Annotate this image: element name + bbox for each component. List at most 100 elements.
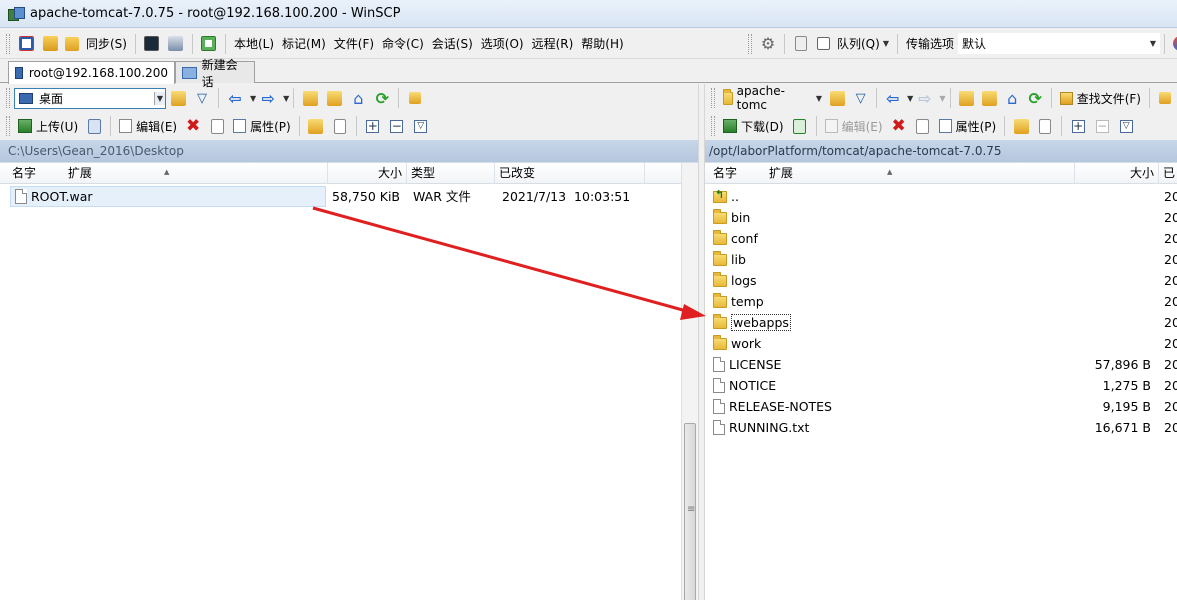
filter-select-icon[interactable]: ▽ (411, 116, 431, 136)
toolbar-grip[interactable] (711, 116, 715, 136)
refresh-icon[interactable]: ⟳ (1026, 88, 1045, 108)
column-size[interactable]: 大小 (1075, 163, 1159, 184)
new-folder-icon[interactable] (1011, 116, 1031, 136)
parent-directory-icon[interactable] (957, 88, 976, 108)
queue-button[interactable]: 队列(Q) ▼ (833, 33, 893, 55)
chevron-down-icon[interactable]: ▼ (250, 94, 256, 103)
menu-local[interactable]: 本地(L) (230, 33, 278, 55)
local-location-select[interactable]: 桌面 ▼ (14, 87, 166, 109)
menu-options[interactable]: 选项(O) (477, 33, 528, 55)
delete-icon[interactable]: ✖ (889, 116, 909, 136)
download-options-icon[interactable] (790, 116, 810, 136)
toolbar-grip[interactable] (6, 88, 10, 108)
list-item[interactable]: LICENSE 57,896 B 20 (705, 354, 1177, 375)
column-name[interactable]: 名字 扩展 ▲ (8, 163, 328, 184)
chevron-down-icon[interactable]: ▼ (939, 94, 945, 103)
upload-options-icon[interactable] (84, 116, 104, 136)
remote-file-list[interactable]: 名字 扩展 ▲ 大小 已 ..20bin20conf20lib20logs20t… (705, 162, 1177, 600)
menu-commands[interactable]: 命令(C) (378, 33, 428, 55)
gear-icon[interactable]: ⚙ (758, 34, 778, 54)
toolbar-grip[interactable] (711, 88, 715, 108)
home-icon[interactable]: ⌂ (1003, 88, 1022, 108)
list-item[interactable]: webapps 20 (705, 312, 1177, 333)
remote-path-bar[interactable]: /opt/laborPlatform/tomcat/apache-tomcat-… (705, 140, 1177, 162)
find-files-button[interactable]: 查找文件(F) (1056, 87, 1145, 109)
properties-button[interactable]: 属性(P) (229, 115, 295, 137)
filter-icon[interactable]: ▽ (192, 88, 212, 108)
transfer-settings-icon[interactable] (1171, 34, 1177, 54)
back-icon[interactable]: ⇦ (883, 88, 902, 108)
tree-icon[interactable] (1156, 88, 1175, 108)
chevron-down-icon[interactable]: ▼ (283, 94, 289, 103)
toolbar-grip[interactable] (6, 116, 10, 136)
refresh-icon[interactable]: ⟳ (372, 88, 392, 108)
window-layout-icon[interactable] (199, 34, 219, 54)
find-icon[interactable] (405, 88, 425, 108)
menu-help[interactable]: 帮助(H) (577, 33, 627, 55)
local-path-bar[interactable]: C:\Users\Gean_2016\Desktop (0, 140, 698, 162)
local-file-list[interactable]: 名字 扩展 ▲ 大小 类型 已改变 ROOT.war 58,750 KiB WA… (0, 162, 698, 600)
toolbar-grip[interactable] (748, 33, 752, 54)
list-item[interactable]: RELEASE-NOTES 9,195 B 20 (705, 396, 1177, 417)
sync-icon[interactable] (64, 34, 80, 54)
new-file-icon[interactable] (330, 116, 350, 136)
transfer-preset-select[interactable]: 默认 ▼ (957, 33, 1160, 54)
list-item[interactable]: NOTICE 1,275 B 20 (705, 375, 1177, 396)
putty-icon[interactable] (166, 34, 186, 54)
rename-icon[interactable] (207, 116, 227, 136)
edit-button[interactable]: 编辑(E) (821, 115, 887, 137)
list-item[interactable]: lib 20 (705, 249, 1177, 270)
list-item[interactable]: temp 20 (705, 291, 1177, 312)
upload-button[interactable]: 上传(U) (14, 115, 82, 137)
list-item[interactable]: RUNNING.txt 16,671 B 20 (705, 417, 1177, 438)
list-item[interactable]: work 20 (705, 333, 1177, 354)
terminal-icon[interactable] (142, 34, 162, 54)
root-directory-icon[interactable] (980, 88, 999, 108)
open-folder-icon[interactable] (168, 88, 188, 108)
select-all-icon[interactable]: + (363, 116, 383, 136)
select-all-icon[interactable]: + (1068, 116, 1088, 136)
unselect-all-icon[interactable]: − (387, 116, 407, 136)
menu-files[interactable]: 文件(F) (330, 33, 378, 55)
rename-icon[interactable] (913, 116, 933, 136)
tab-session[interactable]: root@192.168.100.200 (8, 61, 175, 84)
column-name[interactable]: 名字 扩展 ▲ (709, 163, 1075, 184)
unselect-all-icon[interactable]: − (1092, 116, 1112, 136)
new-folder-icon[interactable] (306, 116, 326, 136)
parent-directory-icon[interactable] (300, 88, 320, 108)
menu-mark[interactable]: 标记(M) (278, 33, 330, 55)
chevron-down-icon[interactable]: ▼ (907, 94, 913, 103)
forward-icon[interactable]: ⇨ (915, 88, 934, 108)
home-icon[interactable]: ⌂ (348, 88, 368, 108)
tab-new-session[interactable]: 新建会话 (175, 58, 255, 89)
menu-remote[interactable]: 远程(R) (528, 33, 578, 55)
queue-icon[interactable] (791, 34, 811, 54)
local-panel-icon[interactable] (16, 34, 36, 54)
panel-splitter[interactable] (698, 84, 705, 600)
properties-button[interactable]: 属性(P) (935, 115, 1001, 137)
column-size[interactable]: 大小 (328, 163, 407, 184)
back-icon[interactable]: ⇦ (225, 88, 245, 108)
open-folder-icon[interactable] (828, 88, 847, 108)
scrollbar-thumb[interactable] (684, 423, 696, 600)
forward-icon[interactable]: ⇨ (258, 88, 278, 108)
edit-button[interactable]: 编辑(E) (115, 115, 181, 137)
toolbar-grip[interactable] (6, 33, 10, 54)
filter-select-icon[interactable]: ▽ (1116, 116, 1136, 136)
filter-icon[interactable]: ▽ (851, 88, 870, 108)
column-type[interactable]: 类型 (407, 163, 495, 184)
delete-icon[interactable]: ✖ (183, 116, 203, 136)
list-item[interactable]: ROOT.war 58,750 KiB WAR 文件 2021/7/13 10:… (0, 186, 698, 207)
queue-list-icon[interactable] (815, 34, 831, 54)
list-item[interactable]: conf 20 (705, 228, 1177, 249)
column-modified[interactable]: 已改变 (495, 163, 645, 184)
compare-directories-icon[interactable] (40, 34, 60, 54)
remote-location-select[interactable]: apache-tomc ▼ (719, 84, 826, 112)
sync-button[interactable]: 同步(S) (82, 33, 131, 55)
column-modified[interactable]: 已 (1159, 163, 1177, 184)
root-directory-icon[interactable] (324, 88, 344, 108)
list-item[interactable]: bin 20 (705, 207, 1177, 228)
local-vertical-scrollbar[interactable] (681, 163, 698, 600)
list-item[interactable]: logs 20 (705, 270, 1177, 291)
new-file-icon[interactable] (1035, 116, 1055, 136)
